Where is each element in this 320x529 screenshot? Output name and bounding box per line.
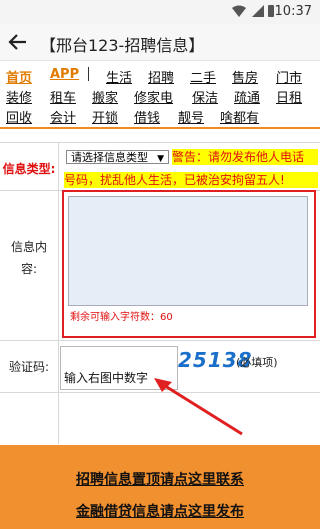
category-nav: 首页 APP 生活 招聘 二手 售房 门市 装修 租车 搬家 修家电 保洁 疏通… — [0, 61, 320, 129]
wifi-icon — [232, 5, 246, 17]
label-divider — [58, 142, 59, 444]
battery-icon — [268, 5, 274, 17]
nav-loans[interactable]: 借钱 — [134, 107, 160, 126]
nav-recycle[interactable]: 回收 — [6, 107, 32, 126]
nav-secondhand[interactable]: 二手 — [190, 67, 216, 86]
nav-car-rental[interactable]: 租车 — [50, 87, 76, 106]
nav-cleaning[interactable]: 保洁 — [192, 87, 218, 106]
type-label: 信息类型: — [2, 162, 56, 176]
content-label-2: 容: — [20, 262, 38, 276]
nav-house-sale[interactable]: 售房 — [232, 67, 258, 86]
status-bar: 10:37 — [0, 0, 320, 24]
nav-accounting[interactable]: 会计 — [50, 107, 76, 126]
nav-lucky-number[interactable]: 靓号 — [178, 107, 204, 126]
content-textarea[interactable] — [68, 196, 308, 306]
nav-jobs[interactable]: 招聘 — [148, 67, 174, 86]
nav-dredging[interactable]: 疏通 — [234, 87, 260, 106]
captcha-label: 验证码: — [8, 360, 50, 374]
finance-post-link[interactable]: 金融借贷信息请点这里发布 — [0, 501, 320, 521]
required-note: (必填项) — [236, 356, 278, 369]
nav-moving[interactable]: 搬家 — [92, 87, 118, 106]
captcha-placeholder: 输入右图中数字 — [64, 371, 149, 385]
page-title: 【邢台123-招聘信息】 — [40, 36, 205, 55]
nav-shop[interactable]: 门市 — [276, 67, 302, 86]
signal-icon — [252, 5, 264, 17]
warning-text: 警告：请勿发布他人电话 — [172, 149, 318, 165]
nav-life[interactable]: 生活 — [106, 67, 132, 86]
nav-locksmith[interactable]: 开锁 — [92, 107, 118, 126]
type-select-value: 请选择信息类型 — [71, 151, 148, 164]
type-select[interactable]: 请选择信息类型 ▼ — [66, 150, 169, 164]
content-label: 信息内 — [10, 240, 47, 254]
remaining-count: 剩余可输入字符数：60 — [70, 312, 173, 323]
nav-app[interactable]: APP — [50, 67, 79, 82]
back-arrow-icon[interactable] — [6, 30, 30, 54]
nav-separator — [88, 67, 89, 81]
chevron-down-icon: ▼ — [157, 154, 164, 164]
nav-decoration[interactable]: 装修 — [6, 87, 32, 106]
app-bar: 【邢台123-招聘信息】 — [0, 24, 320, 61]
status-time: 10:37 — [274, 4, 312, 19]
nav-everything[interactable]: 啥都有 — [220, 107, 259, 126]
red-arrow-annotation — [154, 378, 243, 436]
nav-daily-rent[interactable]: 日租 — [276, 87, 302, 106]
nav-home[interactable]: 首页 — [6, 67, 32, 86]
top-pin-contact-link[interactable]: 招聘信息置顶请点这里联系 — [0, 469, 320, 489]
content-highlight-box: 剩余可输入字符数：60 — [62, 190, 316, 338]
nav-appliance-repair[interactable]: 修家电 — [134, 87, 173, 106]
bottom-banner: 招聘信息置顶请点这里联系 金融借贷信息请点这里发布 — [0, 445, 320, 529]
warning-text-2: 号码，扰乱他人生活，已被治安拘留五人! — [64, 172, 318, 188]
